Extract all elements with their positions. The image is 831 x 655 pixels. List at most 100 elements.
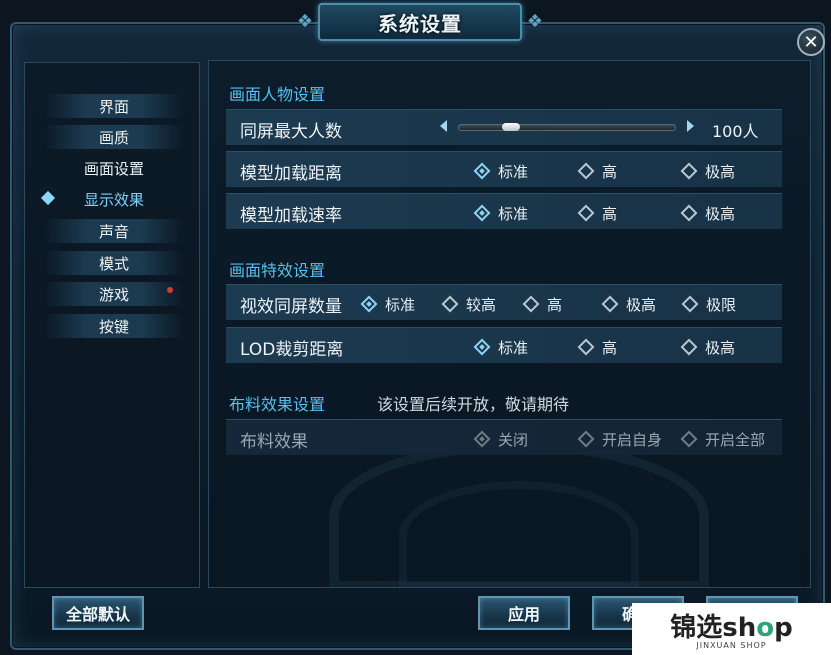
option-standard[interactable]: 标准 bbox=[473, 338, 529, 357]
radio-diamond-icon bbox=[577, 162, 595, 180]
watermark-brand: 锦选shop bbox=[670, 613, 793, 643]
close-button[interactable]: ✕ bbox=[797, 28, 825, 56]
option-label: 极高 bbox=[705, 338, 736, 357]
radio-diamond-icon bbox=[522, 295, 540, 313]
title-ornament-left-icon: ❖ bbox=[296, 11, 314, 32]
option-label: 极高 bbox=[705, 162, 736, 181]
option-off: 关闭 bbox=[473, 430, 529, 449]
sidebar-item-label: 模式 bbox=[98, 254, 129, 273]
cloth-effect-label: 布料效果 bbox=[240, 432, 308, 452]
section-title-effects: 画面特效设置 bbox=[229, 261, 326, 280]
option-very-high[interactable]: 极高 bbox=[680, 204, 736, 223]
sidebar-item-display-effects[interactable]: 显示效果 bbox=[40, 187, 183, 211]
radio-diamond-icon bbox=[601, 295, 619, 313]
radio-diamond-icon bbox=[473, 338, 491, 356]
title-plate: ❖ 系统设置 ❖ bbox=[297, 3, 543, 41]
sidebar-item-game[interactable]: 游戏 bbox=[45, 282, 183, 306]
radio-diamond-icon bbox=[577, 430, 595, 448]
settings-panel: 画面人物设置 同屏最大人数 100人 模型加载距离 标准 高 极高 模型加载速率… bbox=[208, 60, 811, 588]
effect-count-label: 视效同屏数量 bbox=[240, 297, 342, 317]
radio-diamond-icon bbox=[360, 295, 378, 313]
title-ornament-right-icon: ❖ bbox=[526, 11, 544, 32]
radio-diamond-icon bbox=[680, 204, 698, 222]
sidebar-item-sound[interactable]: 声音 bbox=[45, 219, 183, 243]
option-label: 极高 bbox=[626, 295, 657, 314]
shop-watermark: 锦选shop JINXUAN SHOP bbox=[632, 603, 831, 655]
sidebar-item-label: 显示效果 bbox=[83, 190, 144, 209]
option-higher[interactable]: 较高 bbox=[441, 295, 497, 314]
window-title: 系统设置 bbox=[378, 11, 462, 36]
section-title-character: 画面人物设置 bbox=[229, 85, 326, 104]
max-players-label: 同屏最大人数 bbox=[240, 122, 342, 142]
slider-left-arrow-icon[interactable] bbox=[440, 120, 447, 132]
sidebar-item-label: 声音 bbox=[98, 222, 129, 241]
option-label: 极高 bbox=[705, 204, 736, 223]
option-label: 高 bbox=[602, 204, 618, 223]
option-label: 高 bbox=[547, 295, 563, 314]
max-players-value: 100人 bbox=[712, 122, 759, 141]
sidebar-item-interface[interactable]: 界面 bbox=[45, 94, 183, 118]
apply-button[interactable]: 应用 bbox=[478, 596, 570, 630]
option-high[interactable]: 高 bbox=[577, 204, 618, 223]
option-label: 开启全部 bbox=[705, 430, 766, 449]
option-self-only: 开启自身 bbox=[577, 430, 663, 449]
radio-diamond-icon bbox=[680, 430, 698, 448]
option-label: 关闭 bbox=[498, 430, 529, 449]
option-standard[interactable]: 标准 bbox=[473, 204, 529, 223]
option-all: 开启全部 bbox=[680, 430, 766, 449]
watermark-subtitle: JINXUAN SHOP bbox=[696, 641, 767, 650]
option-extreme[interactable]: 极限 bbox=[681, 295, 737, 314]
radio-diamond-icon bbox=[473, 204, 491, 222]
active-diamond-icon bbox=[40, 190, 56, 206]
sidebar-item-keys[interactable]: 按键 bbox=[45, 314, 183, 338]
radio-diamond-icon bbox=[681, 295, 699, 313]
sidebar-item-mode[interactable]: 模式 bbox=[45, 251, 183, 275]
slider-handle[interactable] bbox=[502, 123, 520, 131]
radio-diamond-icon bbox=[441, 295, 459, 313]
option-label: 高 bbox=[602, 338, 618, 357]
option-label: 标准 bbox=[498, 204, 529, 223]
option-very-high[interactable]: 极高 bbox=[680, 338, 736, 357]
option-label: 开启自身 bbox=[602, 430, 663, 449]
cloth-effect-row: 布料效果 关闭 开启自身 开启全部 bbox=[226, 419, 782, 455]
effect-count-row: 视效同屏数量 标准 较高 高 极高 极限 bbox=[226, 284, 782, 320]
option-label: 高 bbox=[602, 162, 618, 181]
sidebar-item-label: 游戏 bbox=[98, 285, 129, 304]
radio-diamond-icon bbox=[473, 162, 491, 180]
option-label: 标准 bbox=[498, 162, 529, 181]
model-distance-row: 模型加载距离 标准 高 极高 bbox=[226, 151, 782, 187]
option-label: 极限 bbox=[706, 295, 737, 314]
button-label: 全部默认 bbox=[65, 605, 130, 624]
option-standard[interactable]: 标准 bbox=[360, 295, 416, 314]
reset-all-defaults-button[interactable]: 全部默认 bbox=[52, 596, 144, 630]
option-very-high[interactable]: 极高 bbox=[601, 295, 657, 314]
slider-right-arrow-icon[interactable] bbox=[687, 120, 694, 132]
sidebar-item-label: 按键 bbox=[98, 317, 129, 336]
option-label: 标准 bbox=[385, 295, 416, 314]
option-high[interactable]: 高 bbox=[522, 295, 563, 314]
sidebar-item-display-settings[interactable]: 画面设置 bbox=[45, 156, 183, 180]
sidebar-item-label: 画面设置 bbox=[83, 159, 144, 178]
option-label: 标准 bbox=[498, 338, 529, 357]
section-title-cloth: 布料效果设置 bbox=[229, 395, 326, 414]
max-players-row: 同屏最大人数 100人 bbox=[226, 109, 782, 145]
radio-diamond-icon bbox=[577, 338, 595, 356]
lod-distance-label: LOD裁剪距离 bbox=[240, 340, 344, 360]
notification-dot bbox=[167, 287, 173, 293]
max-players-slider[interactable] bbox=[458, 124, 676, 131]
radio-diamond-icon bbox=[680, 338, 698, 356]
option-high[interactable]: 高 bbox=[577, 338, 618, 357]
radio-diamond-icon bbox=[473, 430, 491, 448]
option-very-high[interactable]: 极高 bbox=[680, 162, 736, 181]
radio-diamond-icon bbox=[680, 162, 698, 180]
option-high[interactable]: 高 bbox=[577, 162, 618, 181]
model-distance-label: 模型加载距离 bbox=[240, 164, 342, 184]
close-icon: ✕ bbox=[803, 31, 819, 53]
lod-distance-row: LOD裁剪距离 标准 高 极高 bbox=[226, 327, 782, 363]
option-standard[interactable]: 标准 bbox=[473, 162, 529, 181]
sidebar-item-quality[interactable]: 画质 bbox=[45, 125, 183, 149]
background-ornament-inner bbox=[399, 481, 639, 587]
cloth-coming-soon-note: 该设置后续开放，敬请期待 bbox=[377, 395, 570, 414]
option-label: 较高 bbox=[466, 295, 497, 314]
model-speed-row: 模型加载速率 标准 高 极高 bbox=[226, 193, 782, 229]
